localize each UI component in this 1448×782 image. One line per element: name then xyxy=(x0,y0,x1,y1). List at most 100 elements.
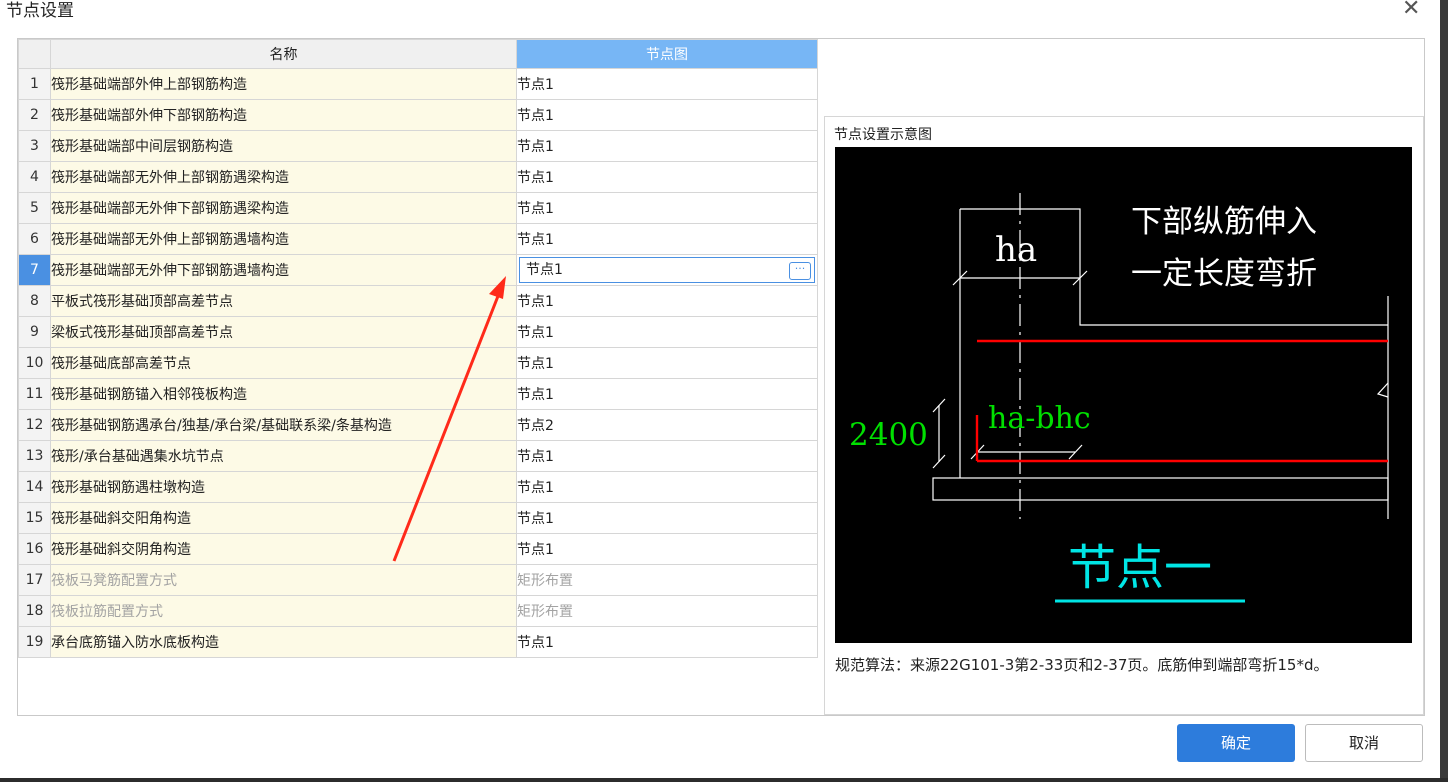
table-corner xyxy=(18,39,51,69)
row-index[interactable]: 2 xyxy=(18,99,51,131)
row-index[interactable]: 1 xyxy=(18,68,51,100)
node-diagram: ha 下部纵筋伸入 一定长度弯折 ha-bhc 2400 节点一 xyxy=(835,147,1412,643)
table-row[interactable]: 11 筏形基础钢筋锚入相邻筏板构造 节点1 xyxy=(18,378,818,410)
ok-button[interactable]: 确定 xyxy=(1177,724,1295,762)
row-index[interactable]: 11 xyxy=(18,378,51,410)
node-settings-dialog: 节点设置 ✕ 名称 节点图 1 筏形基础端部外伸上部钢筋构造 节点1 2 筏形基础端部外… xyxy=(0,0,1440,782)
table-row[interactable]: 9 梁板式筏形基础顶部高差节点 节点1 xyxy=(18,316,818,348)
row-name: 筏形基础钢筋遇柱墩构造 xyxy=(50,471,517,503)
row-node-value[interactable]: 节点1 ··· xyxy=(516,254,818,286)
table-row[interactable]: 4 筏形基础端部无外伸上部钢筋遇梁构造 节点1 xyxy=(18,161,818,193)
table-row[interactable]: 15 筏形基础斜交阳角构造 节点1 xyxy=(18,502,818,534)
table-row[interactable]: 8 平板式筏形基础顶部高差节点 节点1 xyxy=(18,285,818,317)
row-node-value[interactable]: 矩形布置 xyxy=(516,564,818,596)
label-node-one: 节点一 xyxy=(1068,540,1212,596)
note-line-2: 一定长度弯折 xyxy=(1131,256,1317,292)
label-dim-2400: 2400 xyxy=(849,417,928,453)
row-index[interactable]: 18 xyxy=(18,595,51,627)
node-value-editor[interactable]: 节点1 ··· xyxy=(519,257,815,283)
dialog-title: 节点设置 xyxy=(6,1,74,21)
row-name: 筏形基础斜交阴角构造 xyxy=(50,533,517,565)
row-node-value[interactable]: 矩形布置 xyxy=(516,595,818,627)
row-index[interactable]: 12 xyxy=(18,409,51,441)
table-row[interactable]: 10 筏形基础底部高差节点 节点1 xyxy=(18,347,818,379)
row-index[interactable]: 17 xyxy=(18,564,51,596)
table-row[interactable]: 18 筏板拉筋配置方式 矩形布置 xyxy=(18,595,818,627)
row-index[interactable]: 3 xyxy=(18,130,51,162)
row-node-value[interactable]: 节点1 xyxy=(516,99,818,131)
table-body: 1 筏形基础端部外伸上部钢筋构造 节点1 2 筏形基础端部外伸下部钢筋构造 节点1 3 筏形基… xyxy=(18,68,818,658)
column-header-name[interactable]: 名称 xyxy=(50,39,517,69)
row-name: 筏形基础端部无外伸下部钢筋遇梁构造 xyxy=(50,192,517,224)
row-index[interactable]: 5 xyxy=(18,192,51,224)
row-node-value[interactable]: 节点1 xyxy=(516,285,818,317)
row-index[interactable]: 7 xyxy=(18,254,51,286)
row-name: 筏形基础端部中间层钢筋构造 xyxy=(50,130,517,162)
row-node-value[interactable]: 节点1 xyxy=(516,161,818,193)
row-name: 梁板式筏形基础顶部高差节点 xyxy=(50,316,517,348)
label-ha-bhc: ha-bhc xyxy=(988,401,1091,436)
row-node-value[interactable]: 节点1 xyxy=(516,378,818,410)
more-options-icon[interactable]: ··· xyxy=(789,262,811,280)
row-name: 承台底筋锚入防水底板构造 xyxy=(50,626,517,658)
row-index[interactable]: 9 xyxy=(18,316,51,348)
row-node-value[interactable]: 节点1 xyxy=(516,626,818,658)
row-name: 筏板马凳筋配置方式 xyxy=(50,564,517,596)
table-row[interactable]: 6 筏形基础端部无外伸上部钢筋遇墙构造 节点1 xyxy=(18,223,818,255)
table-row[interactable]: 2 筏形基础端部外伸下部钢筋构造 节点1 xyxy=(18,99,818,131)
note-line-1: 下部纵筋伸入 xyxy=(1131,204,1317,240)
row-name: 筏形基础端部外伸下部钢筋构造 xyxy=(50,99,517,131)
row-name: 筏形/承台基础遇集水坑节点 xyxy=(50,440,517,472)
background-taskbar-strip xyxy=(0,778,1448,782)
row-node-value[interactable]: 节点1 xyxy=(516,440,818,472)
table-row[interactable]: 3 筏形基础端部中间层钢筋构造 节点1 xyxy=(18,130,818,162)
row-node-value[interactable]: 节点2 xyxy=(516,409,818,441)
row-name: 筏形基础底部高差节点 xyxy=(50,347,517,379)
row-node-value[interactable]: 节点1 xyxy=(516,533,818,565)
row-node-value[interactable]: 节点1 xyxy=(516,192,818,224)
row-name: 筏板拉筋配置方式 xyxy=(50,595,517,627)
row-node-value[interactable]: 节点1 xyxy=(516,502,818,534)
table-row[interactable]: 19 承台底筋锚入防水底板构造 节点1 xyxy=(18,626,818,658)
row-node-value[interactable]: 节点1 xyxy=(516,130,818,162)
row-name: 筏形基础端部无外伸上部钢筋遇梁构造 xyxy=(50,161,517,193)
row-index[interactable]: 14 xyxy=(18,471,51,503)
diagram-break-mark xyxy=(1376,382,1389,398)
row-name: 平板式筏形基础顶部高差节点 xyxy=(50,285,517,317)
row-name: 筏形基础端部外伸上部钢筋构造 xyxy=(50,68,517,100)
node-settings-table: 名称 节点图 1 筏形基础端部外伸上部钢筋构造 节点1 2 筏形基础端部外伸下部钢筋构造… xyxy=(18,39,818,658)
table-row[interactable]: 13 筏形/承台基础遇集水坑节点 节点1 xyxy=(18,440,818,472)
row-index[interactable]: 16 xyxy=(18,533,51,565)
row-node-value[interactable]: 节点1 xyxy=(516,471,818,503)
row-node-value[interactable]: 节点1 xyxy=(516,347,818,379)
row-name: 筏形基础斜交阳角构造 xyxy=(50,502,517,534)
row-index[interactable]: 19 xyxy=(18,626,51,658)
row-name: 筏形基础端部无外伸下部钢筋遇墙构造 xyxy=(50,254,517,286)
table-row[interactable]: 7 筏形基础端部无外伸下部钢筋遇墙构造 节点1 ··· xyxy=(18,254,818,286)
row-index[interactable]: 4 xyxy=(18,161,51,193)
row-index[interactable]: 13 xyxy=(18,440,51,472)
table-row[interactable]: 12 筏形基础钢筋遇承台/独基/承台梁/基础联系梁/条基构造 节点2 xyxy=(18,409,818,441)
row-node-value[interactable]: 节点1 xyxy=(516,223,818,255)
label-ha: ha xyxy=(995,230,1037,270)
diagram-base-slab xyxy=(932,477,1389,501)
preview-title: 节点设置示意图 xyxy=(834,127,932,143)
table-row[interactable]: 1 筏形基础端部外伸上部钢筋构造 节点1 xyxy=(18,68,818,100)
row-index[interactable]: 8 xyxy=(18,285,51,317)
table-row[interactable]: 16 筏形基础斜交阴角构造 节点1 xyxy=(18,533,818,565)
row-node-value[interactable]: 节点1 xyxy=(516,316,818,348)
close-icon[interactable]: ✕ xyxy=(1402,0,1420,21)
column-header-node[interactable]: 节点图 xyxy=(516,39,818,69)
row-node-value[interactable]: 节点1 xyxy=(516,68,818,100)
row-name: 筏形基础钢筋锚入相邻筏板构造 xyxy=(50,378,517,410)
row-index[interactable]: 10 xyxy=(18,347,51,379)
table-row[interactable]: 5 筏形基础端部无外伸下部钢筋遇梁构造 节点1 xyxy=(18,192,818,224)
row-name: 筏形基础钢筋遇承台/独基/承台梁/基础联系梁/条基构造 xyxy=(50,409,517,441)
cancel-button[interactable]: 取消 xyxy=(1305,724,1423,762)
node-value-text: 节点1 xyxy=(526,262,563,278)
row-index[interactable]: 15 xyxy=(18,502,51,534)
table-row[interactable]: 14 筏形基础钢筋遇柱墩构造 节点1 xyxy=(18,471,818,503)
table-row[interactable]: 17 筏板马凳筋配置方式 矩形布置 xyxy=(18,564,818,596)
background-window-strip xyxy=(1440,0,1448,782)
row-index[interactable]: 6 xyxy=(18,223,51,255)
